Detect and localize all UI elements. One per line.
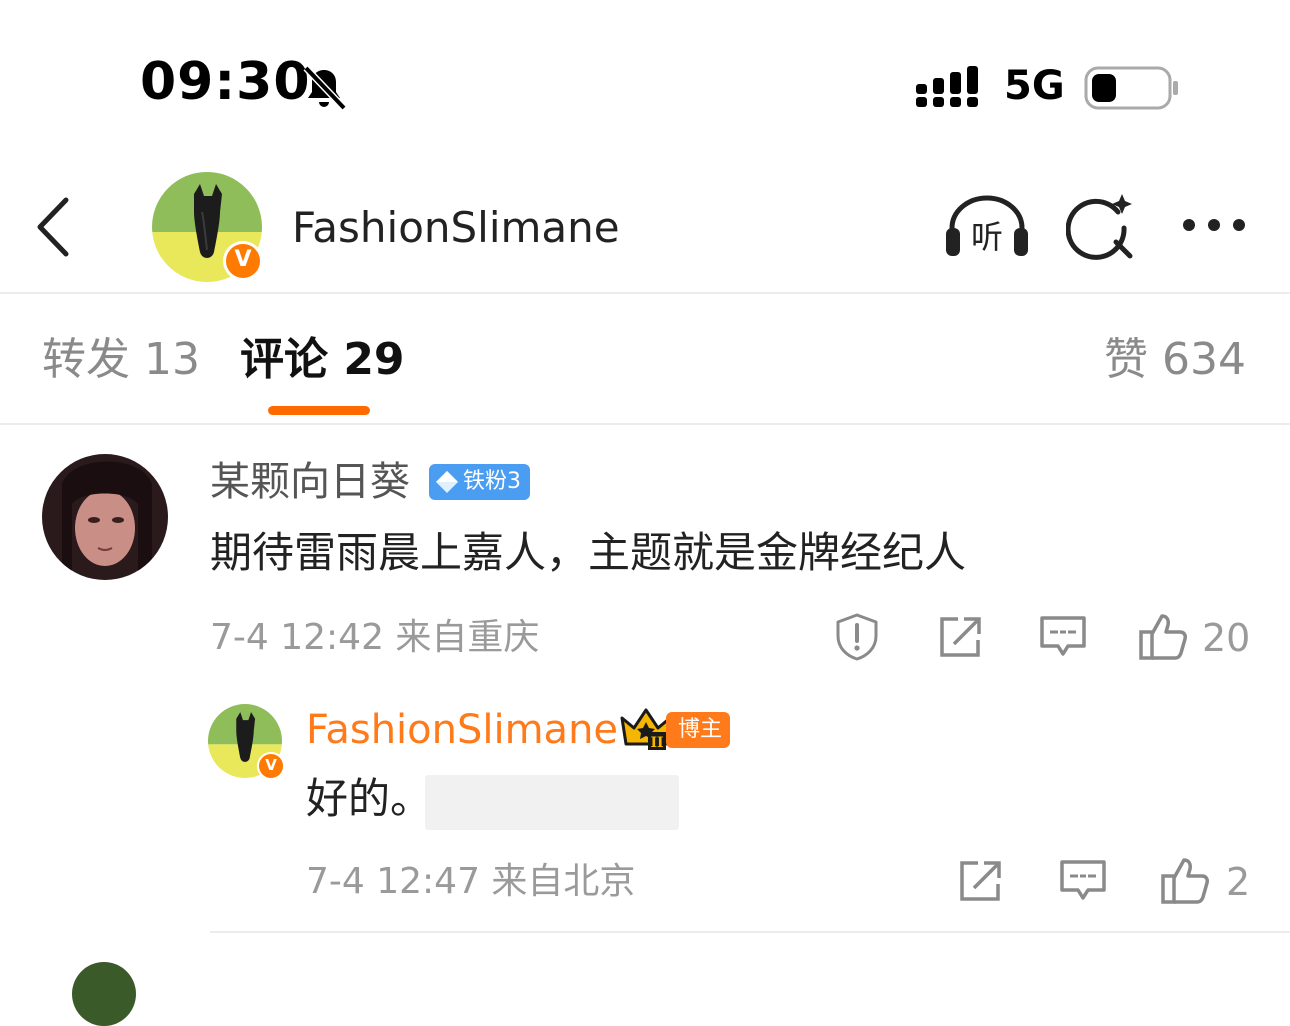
reply-meta: 7-4 12:47 来自北京: [306, 861, 636, 902]
like-icon[interactable]: [1138, 610, 1190, 662]
status-time: 09:30: [140, 52, 311, 112]
comment-meta: 7-4 12:42 来自重庆: [210, 617, 540, 658]
reply-text: 好的。: [306, 774, 433, 823]
share-icon[interactable]: [936, 614, 984, 660]
more-icon[interactable]: [1180, 214, 1248, 236]
report-icon[interactable]: [832, 612, 882, 662]
reply-username[interactable]: FashionSlimane: [306, 706, 618, 754]
tab-like[interactable]: 赞 634: [1104, 334, 1246, 387]
tabs-divider: [0, 423, 1290, 425]
network-type: 5G: [1004, 63, 1065, 109]
commenter-avatar[interactable]: [42, 454, 168, 580]
redacted-content: [425, 775, 679, 830]
verified-badge-small: V: [257, 752, 285, 780]
crown-level: II: [650, 735, 663, 751]
fan-level-badge: 铁粉3: [429, 464, 530, 500]
reply-icon[interactable]: [1038, 614, 1088, 660]
tab-repost[interactable]: 转发 13: [42, 334, 200, 387]
next-commenter-avatar[interactable]: [72, 962, 136, 1026]
tab-comment[interactable]: 评论 29: [240, 334, 405, 387]
fan-level-label: 铁粉3: [463, 469, 521, 494]
comment-text: 期待雷雨晨上嘉人，主题就是金牌经纪人: [210, 528, 967, 577]
comment-divider: [210, 931, 1290, 933]
listen-icon[interactable]: 听: [944, 192, 1030, 260]
bell-muted-icon: [303, 65, 347, 111]
reply-icon[interactable]: [1058, 858, 1108, 904]
page-title[interactable]: FashionSlimane: [292, 203, 620, 253]
back-chevron-icon[interactable]: [34, 196, 74, 258]
diamond-icon: [436, 471, 458, 493]
battery-icon: [1084, 66, 1178, 110]
verified-badge: V: [223, 241, 263, 281]
search-sparkle-icon[interactable]: [1066, 192, 1136, 262]
active-tab-indicator: [268, 406, 370, 415]
listen-label: 听: [971, 218, 1003, 256]
like-count: 20: [1202, 616, 1251, 660]
commenter-username[interactable]: 某颗向日葵: [210, 458, 410, 506]
host-badge: 博主: [666, 712, 730, 748]
signal-icon: [916, 66, 978, 107]
like-icon[interactable]: [1160, 854, 1212, 906]
reply-like-count: 2: [1226, 860, 1251, 904]
header-divider: [0, 292, 1290, 294]
share-icon[interactable]: [956, 858, 1004, 904]
